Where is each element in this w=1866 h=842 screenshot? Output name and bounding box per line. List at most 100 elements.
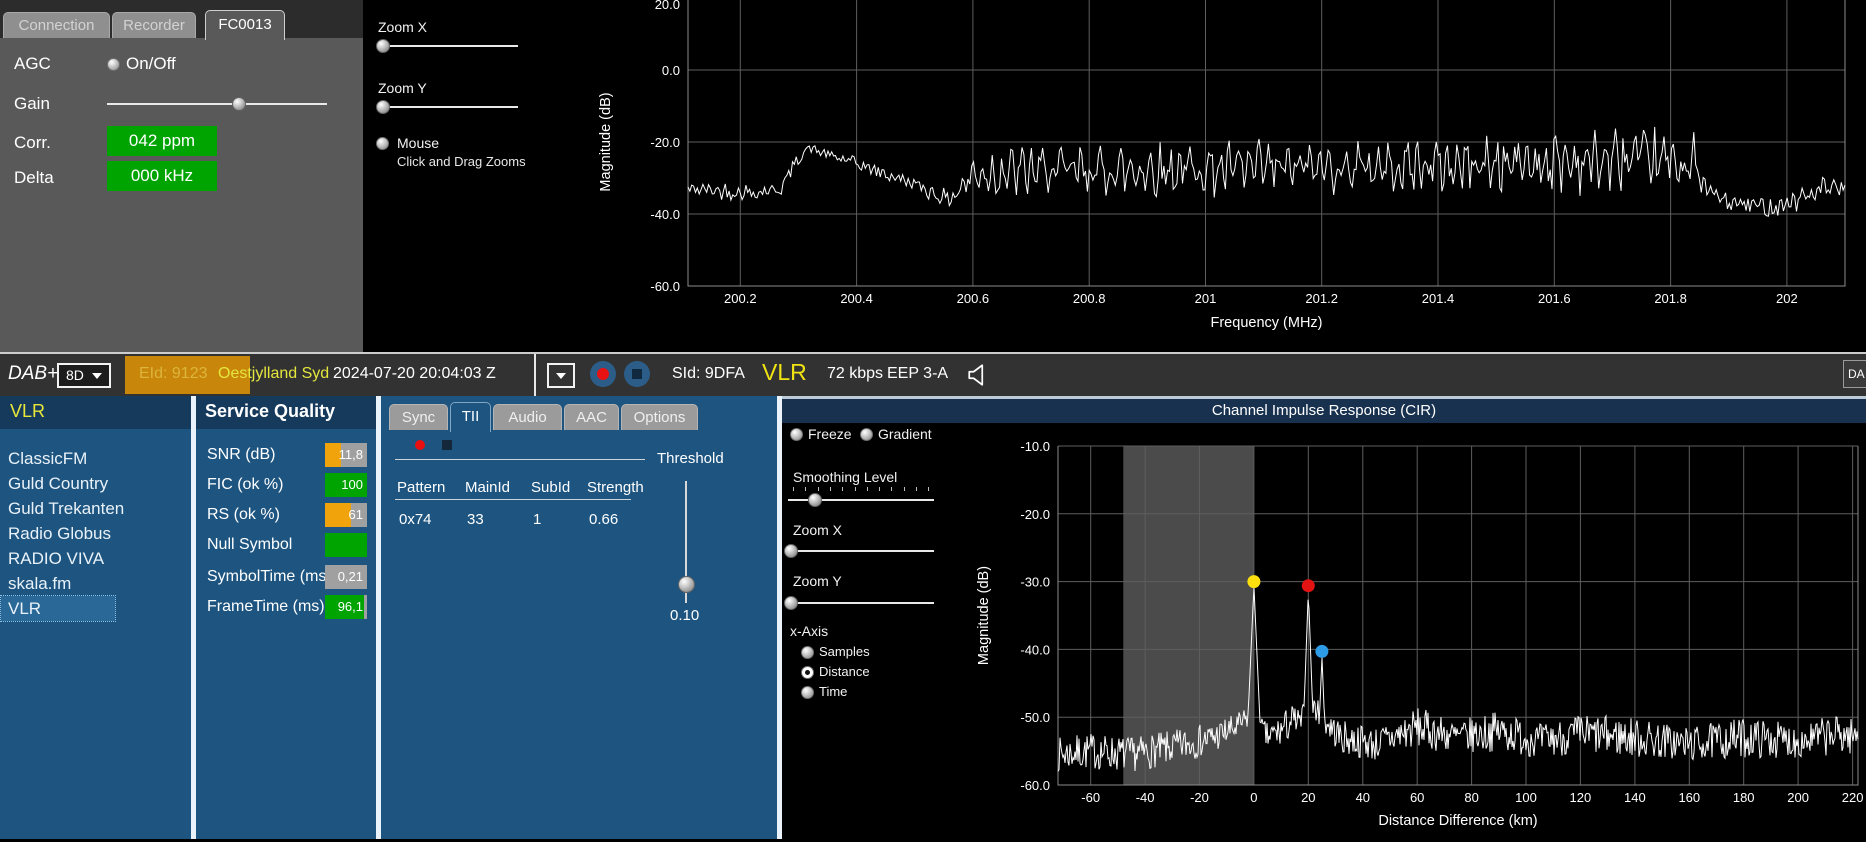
service-quality-title: Service Quality bbox=[205, 401, 336, 421]
corr-label: Corr. bbox=[14, 133, 51, 152]
tii-cell: 0x74 bbox=[399, 511, 432, 528]
svg-text:0.0: 0.0 bbox=[662, 63, 680, 78]
sq-value: 100 bbox=[341, 477, 363, 492]
sq-bar: 0,21 bbox=[325, 565, 367, 589]
tii-tab-aac[interactable]: AAC bbox=[564, 404, 619, 430]
service-item[interactable]: VLR bbox=[0, 595, 116, 622]
tii-column-header: Pattern bbox=[397, 479, 446, 496]
statusbar-separator bbox=[534, 354, 536, 396]
spectrum-zoom-y-label: Zoom Y bbox=[378, 80, 427, 96]
sq-value: 0,21 bbox=[337, 569, 363, 584]
svg-text:-20.0: -20.0 bbox=[1020, 507, 1050, 522]
stop-indicator-icon bbox=[442, 440, 452, 450]
threshold-value: 0.10 bbox=[670, 607, 700, 624]
gain-slider-handle[interactable] bbox=[232, 97, 246, 111]
service-item[interactable]: Radio Globus bbox=[8, 521, 111, 546]
services-header: VLR bbox=[0, 396, 191, 429]
tii-column-header: SubId bbox=[531, 479, 571, 496]
svg-text:-50.0: -50.0 bbox=[1020, 710, 1050, 725]
record-button[interactable] bbox=[590, 361, 616, 387]
channel-caret-icon bbox=[92, 373, 102, 379]
service-item[interactable]: RADIO VIVA bbox=[8, 546, 104, 571]
delta-value: 000 kHz bbox=[107, 161, 217, 191]
corner-button[interactable]: DA bbox=[1843, 360, 1866, 388]
spectrum-zoom-y-track[interactable] bbox=[378, 106, 518, 108]
sq-value: 96,1 bbox=[337, 599, 363, 614]
sq-value: 61 bbox=[348, 507, 363, 522]
svg-text:-40.0: -40.0 bbox=[650, 207, 680, 222]
tii-cell: 33 bbox=[467, 511, 484, 528]
corr-value: 042 ppm bbox=[107, 126, 217, 156]
record-indicator-icon bbox=[415, 440, 425, 450]
spectrum-chart[interactable]: 200.2 200.4 200.6 200.8 201 201.2 201.4 201.6 20… bbox=[565, 0, 1866, 345]
tii-tab-tii[interactable]: TII bbox=[450, 402, 491, 432]
sq-label: FIC (ok %) bbox=[207, 476, 284, 493]
channel-value: 8D bbox=[66, 367, 84, 383]
tii-tab-options[interactable]: Options bbox=[621, 404, 698, 430]
cir-title: Channel Impulse Response (CIR) bbox=[782, 399, 1866, 423]
mouse-zoom-label: Mouse bbox=[397, 135, 440, 151]
spectrum-zoom-x-label: Zoom X bbox=[378, 19, 428, 35]
tii-cell: 0.66 bbox=[589, 511, 619, 528]
service-item[interactable]: Guld Country bbox=[8, 471, 108, 496]
service-item[interactable]: skala.fm bbox=[8, 571, 71, 596]
tii-tab-sync[interactable]: Sync bbox=[389, 404, 448, 430]
main-peak-marker bbox=[1247, 575, 1261, 589]
svg-text:-40: -40 bbox=[1136, 790, 1155, 805]
tii-separator bbox=[395, 459, 645, 460]
cir-chart[interactable]: -60 -40 -20 0 20 40 60 80 100 120 140 160 180 200 220 -… bbox=[782, 426, 1866, 842]
stop-button[interactable] bbox=[624, 361, 650, 387]
datetime-label: 2024-07-20 20:04:03 Z bbox=[333, 365, 496, 382]
spectrum-zoom-y-handle[interactable] bbox=[376, 100, 390, 114]
svg-text:160: 160 bbox=[1678, 790, 1700, 805]
service-item[interactable]: ClassicFM bbox=[8, 446, 87, 471]
services-title: VLR bbox=[10, 401, 46, 421]
svg-text:140: 140 bbox=[1624, 790, 1646, 805]
svg-text:-20: -20 bbox=[1190, 790, 1209, 805]
current-service: VLR bbox=[762, 359, 807, 385]
tii-tab-audio[interactable]: Audio bbox=[493, 404, 562, 430]
sq-label: SNR (dB) bbox=[207, 446, 276, 463]
speaker-icon[interactable] bbox=[966, 362, 992, 388]
tuner-tab-fc0013[interactable]: FC0013 bbox=[205, 10, 285, 40]
tii-table-header: Pattern MainId SubId Strength bbox=[397, 479, 667, 497]
agc-radio[interactable] bbox=[107, 58, 120, 71]
svg-text:201: 201 bbox=[1195, 291, 1217, 306]
delta-label: Delta bbox=[14, 168, 54, 187]
svg-text:201.8: 201.8 bbox=[1654, 291, 1687, 306]
record-options-dropdown[interactable] bbox=[547, 363, 575, 388]
sq-label: Null Symbol bbox=[207, 536, 293, 553]
svg-text:100: 100 bbox=[1515, 790, 1537, 805]
svg-text:Distance Difference (km): Distance Difference (km) bbox=[1378, 813, 1537, 829]
sq-bar: 100 bbox=[325, 473, 367, 497]
svg-text:180: 180 bbox=[1733, 790, 1755, 805]
svg-text:40: 40 bbox=[1356, 790, 1370, 805]
service-item[interactable]: Guld Trekanten bbox=[8, 496, 124, 521]
mode-label: DAB+ bbox=[8, 363, 59, 384]
svg-text:-20.0: -20.0 bbox=[650, 135, 680, 150]
mouse-zoom-radio[interactable] bbox=[376, 137, 389, 150]
channel-select[interactable]: 8D bbox=[57, 363, 111, 388]
sq-label: RS (ok %) bbox=[207, 506, 280, 523]
status-bar: DAB+ 8D EId: 9123 Oestjylland Syd 2024-0… bbox=[0, 352, 1866, 396]
svg-text:-40.0: -40.0 bbox=[1020, 642, 1050, 657]
tuner-tab-connection[interactable]: Connection bbox=[3, 12, 110, 38]
tuner-tab-recorder[interactable]: Recorder bbox=[112, 12, 196, 38]
tii-cell: 1 bbox=[533, 511, 542, 528]
service-quality-panel: Service Quality SNR (dB) 11,8 FIC (ok %) 10… bbox=[196, 396, 376, 839]
gain-slider-track[interactable] bbox=[107, 103, 327, 105]
sq-label: FrameTime (ms) bbox=[207, 598, 325, 615]
service-id: SId: 9DFA bbox=[672, 365, 745, 382]
sq-label: SymbolTime (ms) bbox=[207, 568, 332, 585]
spectrum-zoom-x-handle[interactable] bbox=[376, 39, 390, 53]
svg-text:Magnitude (dB): Magnitude (dB) bbox=[976, 566, 992, 665]
sq-value: 11,8 bbox=[338, 447, 363, 462]
svg-text:200.4: 200.4 bbox=[840, 291, 873, 306]
svg-text:201.4: 201.4 bbox=[1422, 291, 1455, 306]
spectrum-zoom-x-track[interactable] bbox=[378, 45, 518, 47]
threshold-slider-handle[interactable] bbox=[678, 576, 695, 593]
sq-bar bbox=[325, 533, 367, 557]
third-peak-marker bbox=[1315, 644, 1329, 658]
sq-bar: 61 bbox=[325, 503, 367, 527]
tii-table-rows: 0x74 33 1 0.66 bbox=[399, 511, 669, 529]
